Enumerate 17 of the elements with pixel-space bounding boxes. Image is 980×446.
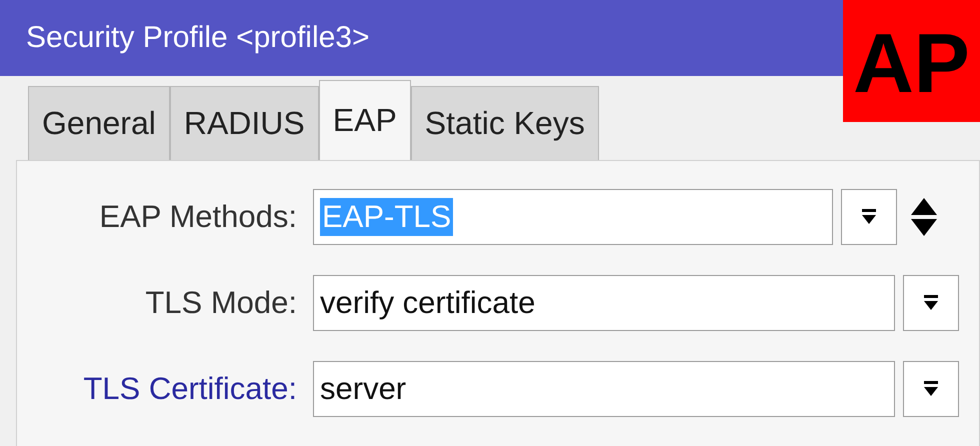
input-field[interactable]: server [313, 361, 895, 417]
field-link-label[interactable]: TLS Certificate: [17, 371, 313, 407]
tab[interactable]: EAP [318, 80, 411, 160]
dropdown-button[interactable] [903, 275, 959, 331]
tab[interactable]: Static Keys [410, 86, 599, 160]
tab[interactable]: General [28, 86, 170, 160]
dropdown-button[interactable] [903, 361, 959, 417]
field-label: EAP Methods: [98, 199, 298, 235]
up-down-icon[interactable] [909, 196, 939, 238]
input-field[interactable]: verify certificate [313, 275, 895, 331]
tab[interactable]: RADIUS [170, 86, 319, 160]
dropdown-button[interactable] [841, 189, 897, 245]
field-label: TLS Mode: [144, 285, 298, 321]
dropdown-arrow-icon [922, 380, 940, 398]
dropdown-arrow-icon [860, 208, 878, 226]
annotation-label: AP [843, 0, 980, 122]
dropdown-arrow-icon [922, 294, 940, 312]
